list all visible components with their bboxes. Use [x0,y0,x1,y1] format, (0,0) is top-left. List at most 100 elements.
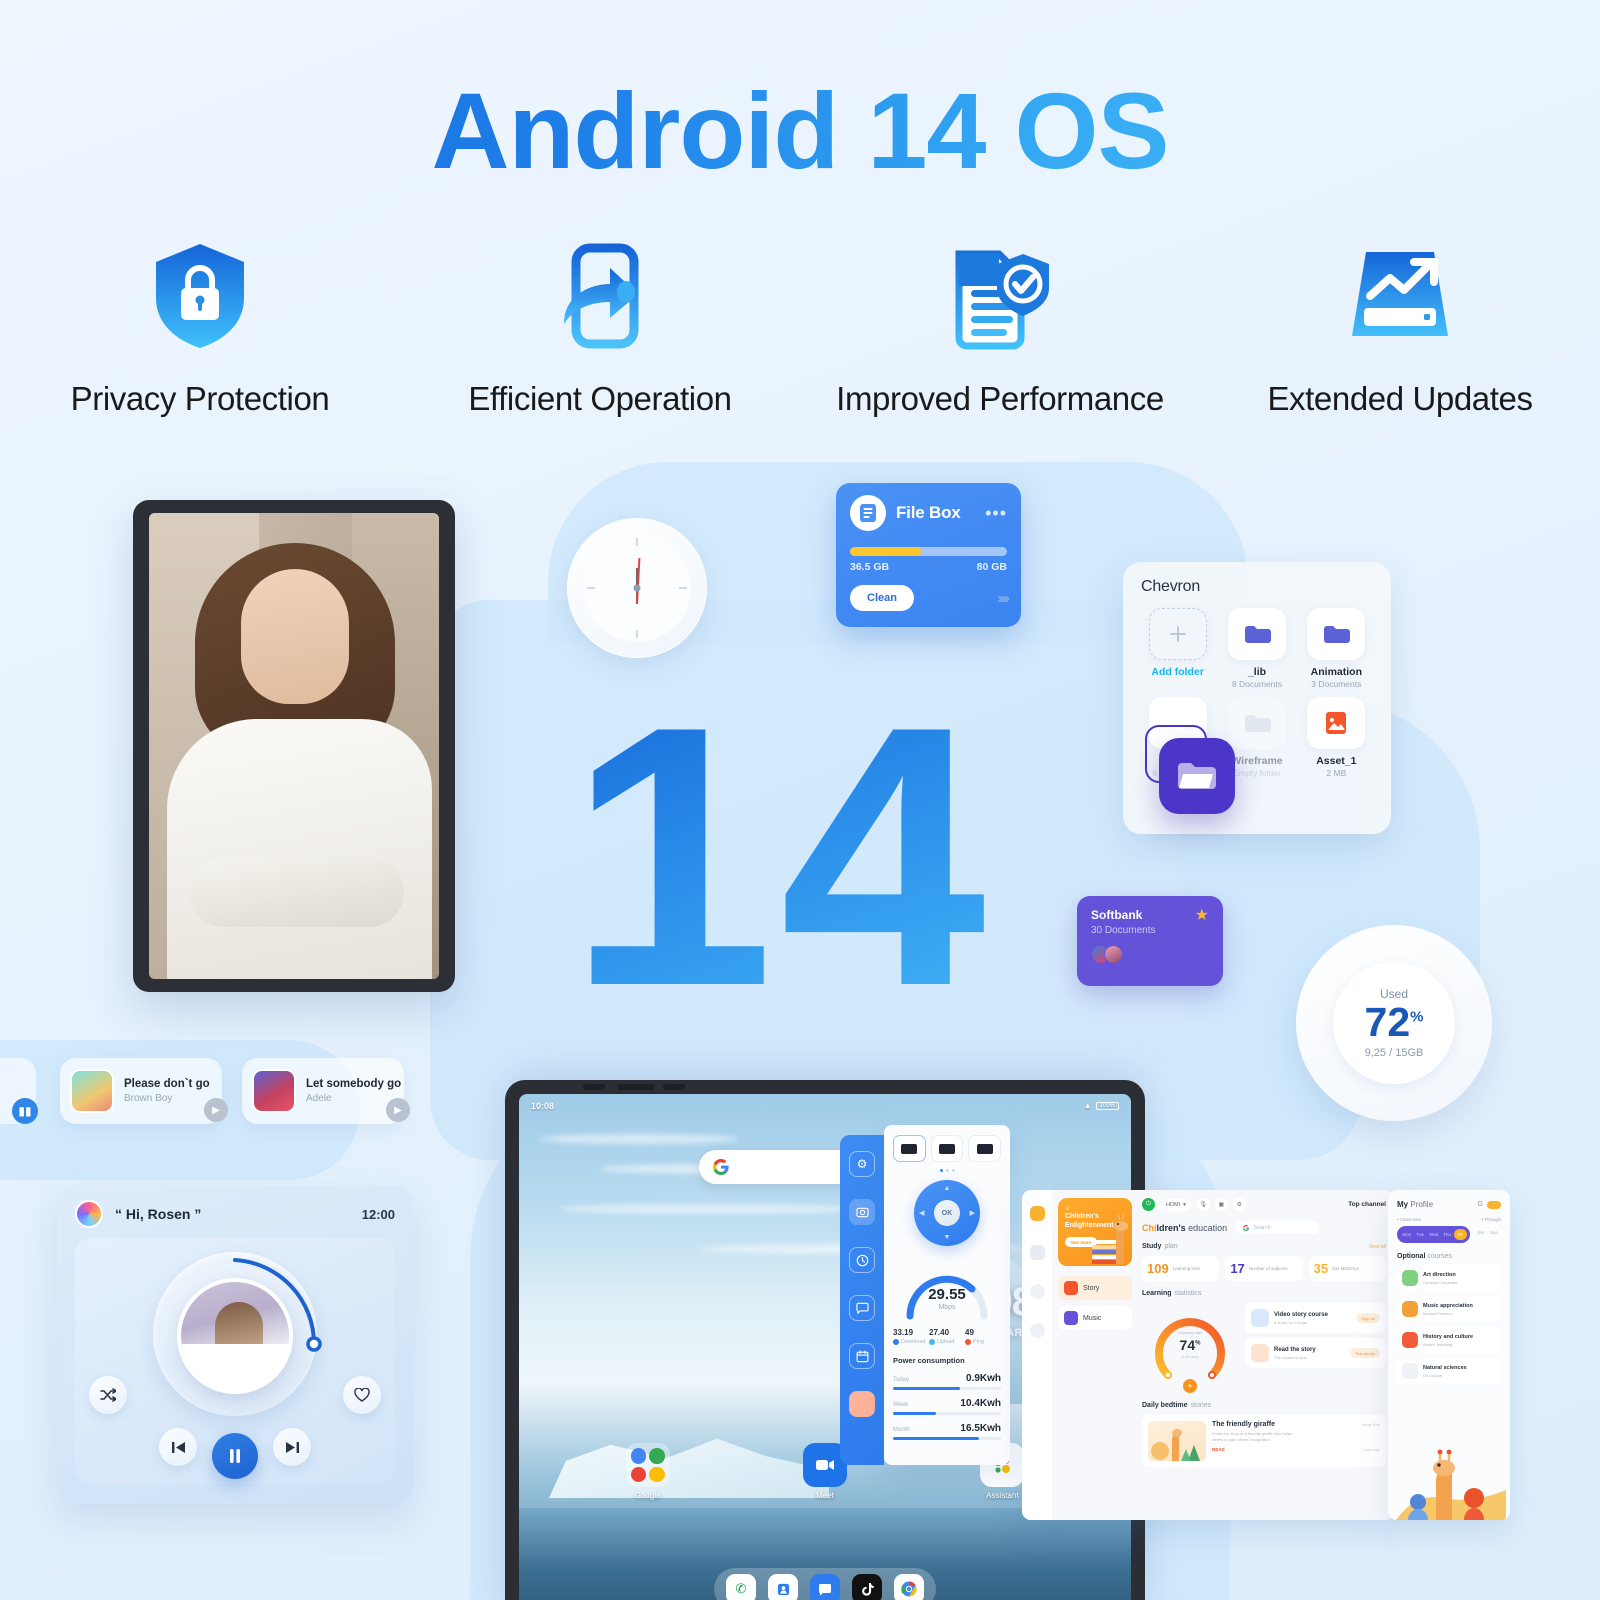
day-option[interactable]: Wed [1427,1229,1440,1240]
softbank-folder-card[interactable]: Softbank 30 Documents ★ [1077,896,1223,986]
calendar-icon[interactable] [849,1343,875,1369]
education-banner[interactable]: Hi Children's Enlightenment See more [1058,1198,1132,1266]
view-all-link[interactable]: View all [1369,1244,1386,1250]
photos-icon[interactable] [849,1391,875,1417]
clean-button[interactable]: Clean [850,585,914,611]
settings-gear-icon[interactable]: ⚙ [849,1151,875,1177]
optional-course-item[interactable]: Music appreciation Monica Pacheco [1397,1296,1501,1322]
chevron-down-icon[interactable]: ▼ [944,1234,951,1241]
skip-previous-icon[interactable] [159,1428,197,1466]
search-input[interactable]: Search [1235,1221,1320,1234]
play-icon[interactable]: ▶ [386,1098,410,1122]
overflow-menu-icon[interactable]: ••• [985,504,1007,522]
optional-course-item[interactable]: History and culture Ambre Jeanning [1397,1327,1501,1353]
star-icon[interactable]: ★ [1195,908,1209,924]
chevron-up-icon[interactable]: ▲ [944,1185,951,1192]
device-tile-tv[interactable] [968,1135,1002,1162]
heart-icon[interactable] [343,1376,381,1414]
file-box-widget[interactable]: File Box ••• 36.5 GB 80 GB Clean ››››› [836,483,1021,627]
book-icon[interactable] [1029,1245,1045,1260]
document-shield-check-icon [945,240,1055,352]
folder-item-animation[interactable]: Animation 3 Documents [1300,608,1373,689]
song-card[interactable]: Please don`t go Brown Boy ▶ [60,1058,228,1124]
settings-gear-icon[interactable] [1029,1323,1045,1338]
chat-icon[interactable] [849,1295,875,1321]
learning-row: Learning rate 74% of the week + Video st… [1142,1303,1386,1393]
add-button[interactable]: + [1183,1379,1197,1393]
feature-label: Extended Updates [1267,380,1533,417]
day-option[interactable]: Sun [1487,1227,1501,1238]
course-list: Video story course 8 short / in 1 hours … [1245,1303,1386,1393]
app-side-rail[interactable]: ⚙ [840,1135,884,1465]
read-button[interactable]: READ [1212,1447,1225,1452]
giraffe-books-illustration [1092,1214,1128,1264]
smart-home-panel[interactable]: ▲ ▼ ◀ ▶ OK 29.55 Mbps 33.19 Download 27.… [884,1125,1010,1465]
nav-item-music[interactable]: Music [1058,1306,1132,1330]
dpad-ok-button[interactable]: OK [934,1200,960,1226]
education-app-panel[interactable]: Hi Children's Enlightenment See more Sto… [1022,1190,1394,1520]
stat-card: 109 Learning time [1142,1256,1220,1281]
folder-item-lib[interactable]: _lib 8 Documents [1220,608,1293,689]
power-icon[interactable]: ⏻ [1142,1198,1155,1211]
wifi-icon: ▲ [1083,1101,1092,1110]
shuffle-icon[interactable] [89,1376,127,1414]
file-name: Asset_1 [1316,755,1357,767]
day-option-active[interactable]: Fr [1453,1229,1468,1240]
day-option[interactable]: Tue [1413,1229,1426,1240]
music-player-widget[interactable]: “ Hi, Rosen ” 12:00 [57,1186,413,1504]
dragged-folder-icon[interactable] [1159,738,1235,814]
pause-icon[interactable] [212,1433,258,1479]
stat-card: 17 Number of subjects [1225,1256,1303,1281]
device-tile-tv[interactable] [930,1135,964,1162]
music-icon [1064,1311,1078,1325]
analog-clock-widget[interactable] [567,518,707,658]
power-value: 16.5Kwh [960,1423,1001,1434]
education-side-rail[interactable] [1022,1190,1052,1520]
hdmi-selector[interactable]: HDMI ▾ [1160,1198,1192,1211]
profile-action-button[interactable] [1487,1200,1501,1209]
add-folder-button[interactable]: Add folder [1141,608,1214,689]
contacts-icon[interactable] [768,1574,798,1600]
signup-button[interactable]: Sign up [1356,1313,1380,1323]
profile-panel[interactable]: My Profile G • Class time • Through Mon … [1388,1190,1510,1520]
clock-icon[interactable] [1029,1284,1045,1299]
camera-icon[interactable] [849,1199,875,1225]
nav-item-story[interactable]: Story [1058,1276,1132,1300]
song-card[interactable]: Let somebody go Adele ▶ [242,1058,410,1124]
course-card[interactable]: Video story course 8 short / in 1 hours … [1245,1303,1386,1333]
skip-next-icon[interactable] [273,1428,311,1466]
home-icon[interactable] [1029,1206,1045,1221]
avatar[interactable] [75,1200,103,1228]
chevron-right-icon[interactable]: ▶ [970,1209,975,1217]
screenshot-icon[interactable]: ▣ [1214,1198,1228,1211]
clock-icon[interactable] [849,1247,875,1273]
chevron-left-icon[interactable]: ◀ [919,1209,924,1217]
day-selector[interactable]: Mon Tue Wed Thu Fr [1397,1226,1471,1243]
day-selector-extra[interactable]: Sat Sun [1470,1227,1501,1238]
settings-gear-icon[interactable]: ⚙ [1232,1198,1246,1211]
messages-icon[interactable] [810,1574,840,1600]
mic-icon[interactable]: 🎙 [1196,1198,1210,1211]
course-card[interactable]: Read the story The course is onto The co… [1245,1338,1386,1368]
google-icon[interactable]: G [1478,1201,1483,1208]
tiktok-icon[interactable] [852,1574,882,1600]
clock-time: 12:00 [361,1206,395,1222]
carousel-dots[interactable] [893,1169,1001,1172]
speed-unit: Mbps [938,1304,956,1311]
optional-course-item[interactable]: Art direction Gonzalo Cervantes [1397,1265,1501,1291]
play-icon[interactable]: ▶ [204,1098,228,1122]
file-item-asset1[interactable]: Asset_1 2 MB [1300,697,1373,778]
phone-icon[interactable]: ✆ [726,1574,756,1600]
day-option[interactable]: Sat [1474,1227,1487,1238]
app-google-folder[interactable]: Google [613,1443,683,1500]
folder-meta: 3 Documents [1311,679,1362,689]
feature-label: Improved Performance [836,380,1164,417]
course-button[interactable]: The course [1349,1348,1380,1358]
day-option[interactable]: Thu [1440,1229,1453,1240]
chrome-icon[interactable] [894,1574,924,1600]
device-tile-tv[interactable] [893,1135,926,1162]
day-option[interactable]: Mon [1400,1229,1413,1240]
optional-course-item[interactable]: Natural sciences Gil Garcon [1397,1358,1501,1384]
remote-dpad[interactable]: ▲ ▼ ◀ ▶ OK [914,1180,980,1246]
story-card[interactable]: The friendly giraffe Serge Bon It tells … [1142,1415,1386,1467]
